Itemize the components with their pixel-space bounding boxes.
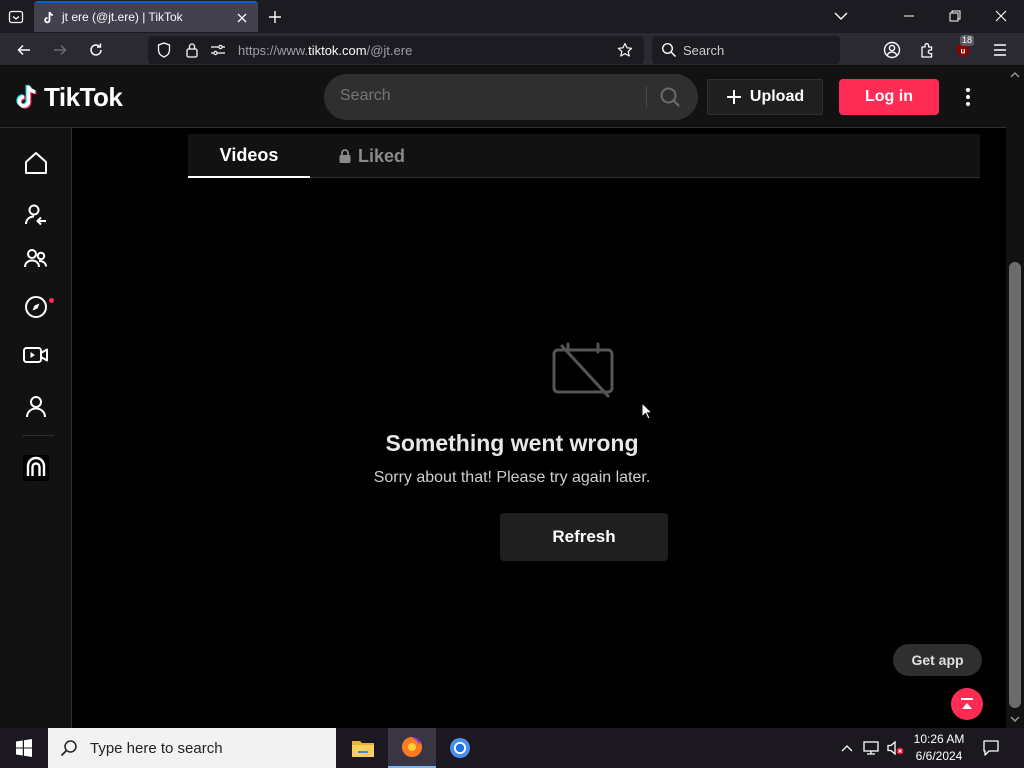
upload-button[interactable]: Upload <box>707 79 823 115</box>
error-subtitle: Sorry about that! Please try again later… <box>373 469 651 486</box>
arrow-up-icon <box>961 698 973 709</box>
windows-start-icon[interactable] <box>0 728 48 768</box>
taskbar-clock[interactable]: 10:26 AM 6/6/2024 <box>906 731 972 765</box>
tiktok-logo-text: TikTok <box>44 82 123 112</box>
browser-nav-toolbar: https://www.tiktok.com/@jt.ere Search u … <box>0 33 1024 66</box>
windows-taskbar: Type here to search 10:26 AM 6/6/2024 <box>0 728 1024 768</box>
tracking-protection-shield-icon[interactable] <box>156 42 172 58</box>
hamburger-menu-icon[interactable] <box>987 37 1013 63</box>
lock-icon[interactable] <box>184 42 200 58</box>
tab-liked-label: Liked <box>358 145 406 166</box>
url-text[interactable]: https://www.tiktok.com/@jt.ere <box>238 43 412 58</box>
get-app-label: Get app <box>911 652 964 668</box>
tiktok-search-icon[interactable] <box>658 85 682 109</box>
file-explorer-icon[interactable] <box>339 728 387 768</box>
plus-icon <box>726 90 741 104</box>
clock-date: 6/6/2024 <box>915 749 963 763</box>
tab-overflow-chevron-icon[interactable] <box>827 4 855 28</box>
bookmark-star-icon[interactable] <box>617 42 633 58</box>
extensions-puzzle-icon[interactable] <box>915 37 941 63</box>
browser-search-bar[interactable]: Search <box>652 36 840 64</box>
no-content-icon <box>550 340 616 400</box>
tray-overflow-chevron-icon[interactable] <box>837 738 857 758</box>
forward-icon[interactable] <box>47 37 73 63</box>
search-divider <box>646 86 647 108</box>
sidebar-live-icon[interactable] <box>20 339 52 371</box>
tiktok-header: TikTok Upload Log in <box>0 66 1006 128</box>
tab-liked[interactable]: Liked <box>338 134 438 178</box>
refresh-label: Refresh <box>552 527 616 546</box>
mouse-cursor-icon <box>641 402 653 420</box>
sidebar-following-icon[interactable] <box>20 199 52 231</box>
scroll-up-arrow-icon[interactable] <box>1010 70 1020 80</box>
tiktok-search-box <box>324 74 698 120</box>
login-label: Log in <box>865 88 913 105</box>
url-prefix: https://www. <box>238 43 309 58</box>
volume-muted-icon[interactable] <box>885 738 905 758</box>
sidebar-profile-icon[interactable] <box>20 390 52 422</box>
lock-icon <box>339 149 351 163</box>
search-icon <box>60 740 77 757</box>
tiktok-main-content: Videos Liked Something went wrong Sorry … <box>72 128 1006 728</box>
browser-tab-active[interactable]: jt ere (@jt.ere) | TikTok <box>34 1 258 32</box>
login-button[interactable]: Log in <box>839 79 939 115</box>
chrome-taskbar-icon[interactable] <box>436 728 484 768</box>
refresh-button[interactable]: Refresh <box>500 513 668 561</box>
tiktok-note-icon <box>16 84 37 109</box>
upload-label: Upload <box>749 88 805 105</box>
clock-time: 10:26 AM <box>913 732 965 746</box>
notifications-icon[interactable] <box>981 738 1001 758</box>
account-icon[interactable] <box>879 37 905 63</box>
page-scrollbar[interactable] <box>1006 66 1024 728</box>
browser-search-placeholder: Search <box>683 43 725 58</box>
tab-videos[interactable]: Videos <box>188 134 310 178</box>
back-icon[interactable] <box>11 37 37 63</box>
scrollbar-thumb[interactable] <box>1009 262 1021 708</box>
tiktok-sidebar <box>0 128 72 728</box>
network-icon[interactable] <box>861 738 881 758</box>
reload-icon[interactable] <box>83 37 109 63</box>
url-domain: tiktok.com <box>308 43 367 58</box>
firefox-taskbar-icon[interactable] <box>388 728 436 768</box>
tab-title: jt ere (@jt.ere) | TikTok <box>62 10 183 24</box>
tab-videos-label: Videos <box>219 144 279 165</box>
site-permissions-icon[interactable] <box>210 42 226 58</box>
error-title: Something went wrong <box>385 430 639 456</box>
back-to-top-button[interactable] <box>951 688 983 720</box>
sidebar-friends-icon[interactable] <box>20 243 52 275</box>
scroll-down-arrow-icon[interactable] <box>1010 714 1020 724</box>
explore-notification-dot <box>49 298 54 303</box>
tiktok-logo[interactable]: TikTok <box>14 82 123 113</box>
tiktok-search-input[interactable] <box>340 87 630 105</box>
sidebar-home-icon[interactable] <box>20 147 52 179</box>
list-all-tabs-icon[interactable] <box>4 5 28 29</box>
restore-icon[interactable] <box>941 4 969 28</box>
close-window-icon[interactable] <box>987 4 1015 28</box>
more-options-icon[interactable] <box>956 84 980 110</box>
search-icon <box>661 42 677 58</box>
get-app-button[interactable]: Get app <box>893 644 982 676</box>
new-tab-icon[interactable] <box>264 6 286 28</box>
url-path: /@jt.ere <box>366 43 413 58</box>
minimize-icon[interactable] <box>895 4 923 28</box>
tab-close-icon[interactable] <box>234 10 250 26</box>
taskbar-search-placeholder: Type here to search <box>90 739 223 757</box>
taskbar-search-box[interactable]: Type here to search <box>48 728 336 768</box>
extension-count-badge: 18 <box>960 35 975 46</box>
tiktok-favicon-icon <box>42 11 56 25</box>
profile-tabs: Videos Liked <box>188 134 980 178</box>
svg-text:u: u <box>961 47 966 56</box>
screen: jt ere (@jt.ere) | TikTok https://www.ti… <box>0 0 1024 768</box>
address-bar[interactable]: https://www.tiktok.com/@jt.ere <box>148 36 644 64</box>
browser-tab-strip: jt ere (@jt.ere) | TikTok <box>0 0 1024 33</box>
sidebar-explore-compass-icon[interactable] <box>20 291 52 323</box>
